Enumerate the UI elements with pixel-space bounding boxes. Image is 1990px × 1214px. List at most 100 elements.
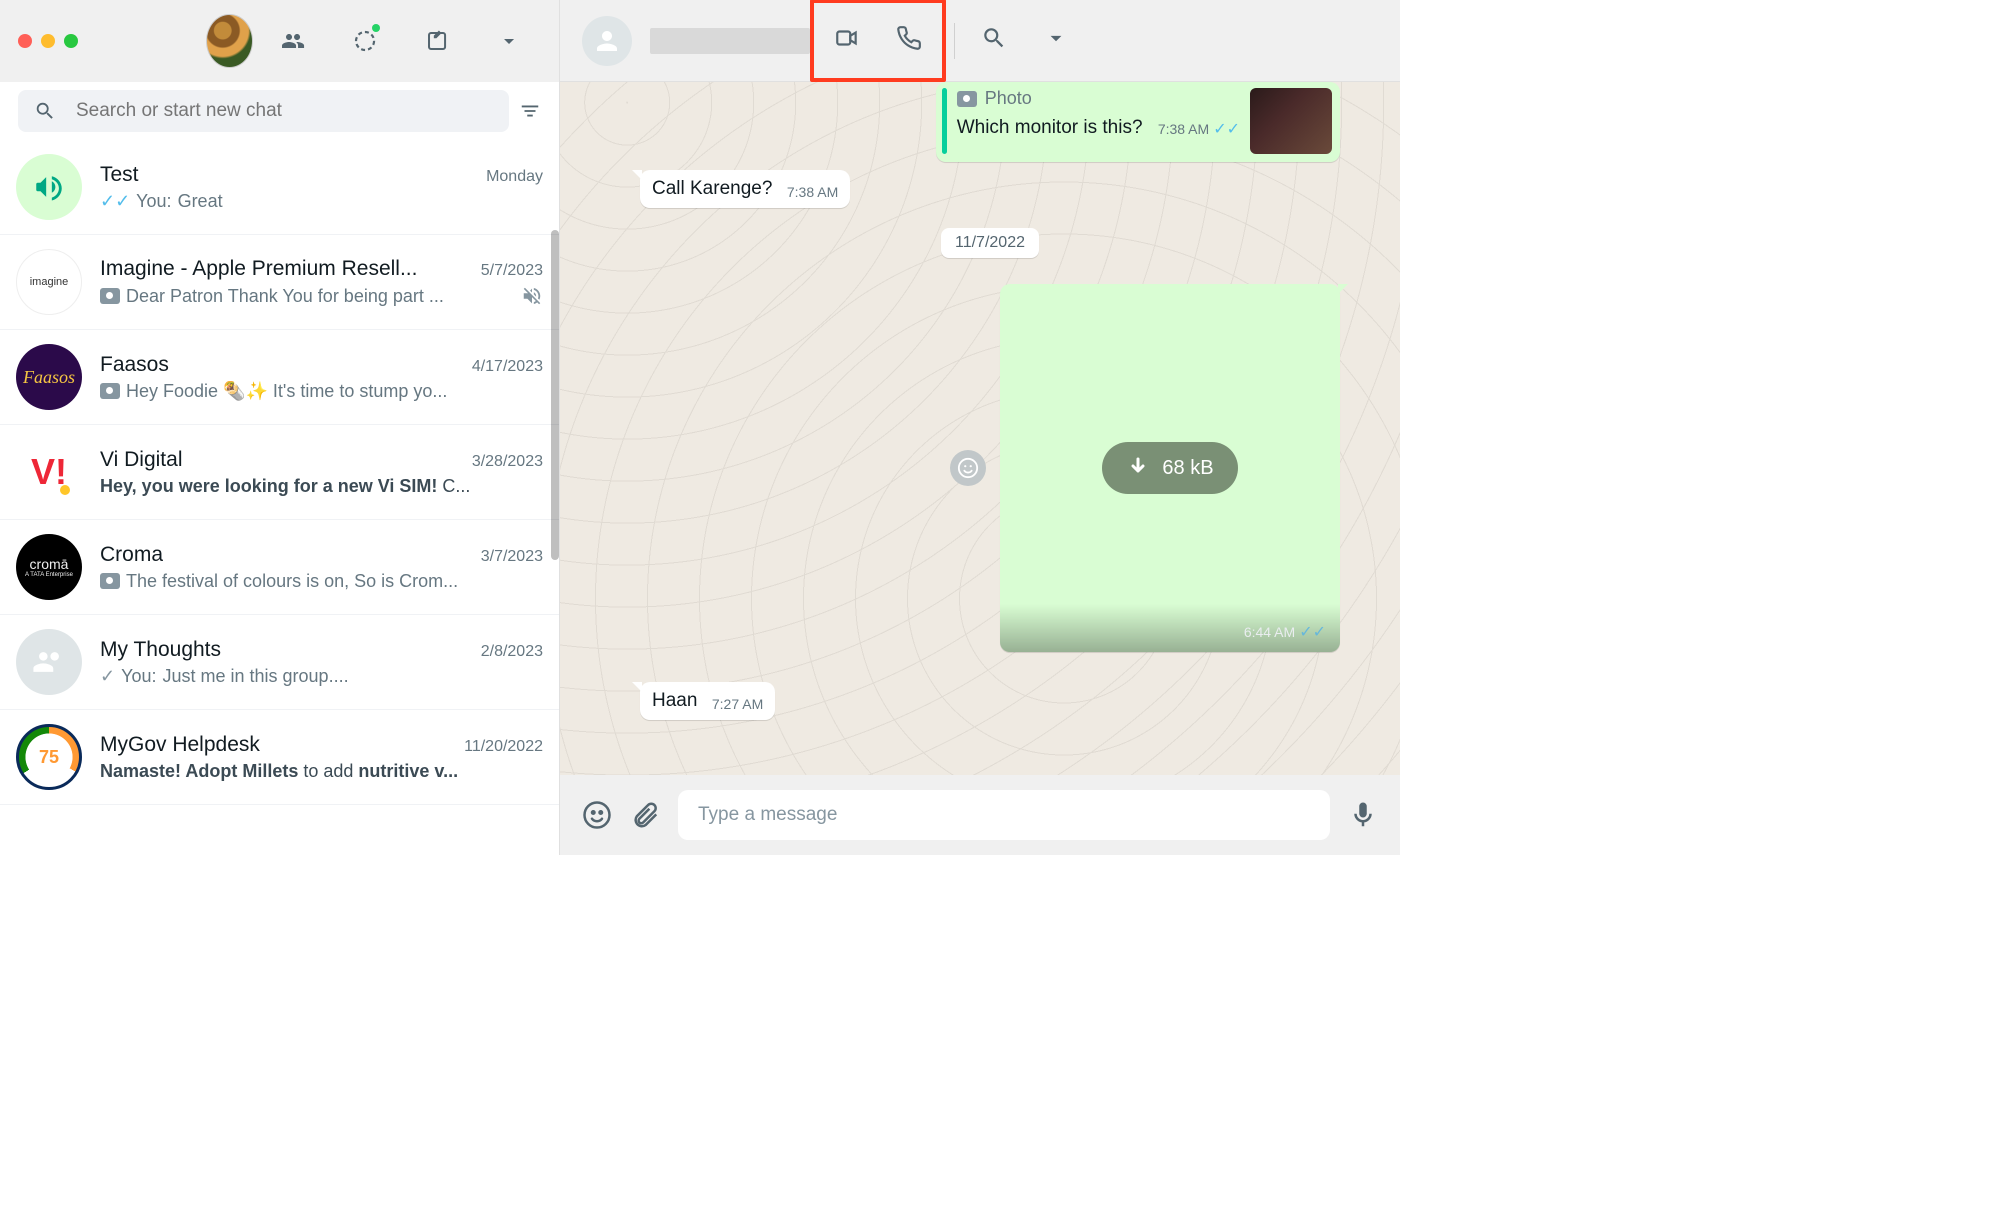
search-row	[0, 82, 559, 140]
chat-name: Test	[100, 163, 139, 187]
incoming-message-bubble[interactable]: Call Karenge? 7:38 AM	[640, 170, 850, 208]
incoming-message-bubble[interactable]: Haan 7:27 AM	[640, 682, 775, 720]
chat-avatar: 75	[16, 724, 82, 790]
menu-chevron-icon[interactable]	[497, 27, 521, 55]
chat-preview: Namaste! Adopt Millets to add nutritive …	[100, 761, 458, 782]
call-buttons-highlight	[810, 0, 946, 82]
megaphone-icon	[32, 170, 66, 204]
download-icon	[1126, 456, 1150, 480]
read-check-icon: ✓✓	[100, 191, 130, 212]
chat-list[interactable]: Test Monday ✓✓ You: Great imagine Imagine …	[0, 140, 559, 855]
message-text: Call Karenge?	[652, 178, 772, 199]
chat-time: 4/17/2023	[472, 358, 543, 376]
message-row: 68 kB 6:44 AM✓✓	[640, 284, 1340, 652]
search-in-chat-button[interactable]	[963, 7, 1025, 74]
message-time: 7:27 AM	[712, 696, 763, 712]
messages-area[interactable]: Photo Which monitor is this? 7:38 AM✓✓ C…	[560, 82, 1400, 775]
chat-item-imagine[interactable]: imagine Imagine - Apple Premium Resell..…	[0, 235, 559, 330]
emoji-picker-button[interactable]	[582, 800, 612, 830]
chat-time: 3/28/2023	[472, 453, 543, 471]
chat-item-croma[interactable]: cromāA TATA Enterprise Croma3/7/2023 The…	[0, 520, 559, 615]
minimize-window-button[interactable]	[41, 34, 55, 48]
chat-menu-button[interactable]	[1025, 7, 1087, 74]
search-input[interactable]	[76, 100, 493, 122]
phone-icon	[896, 25, 922, 51]
divider	[954, 23, 955, 59]
close-window-button[interactable]	[18, 34, 32, 48]
chat-item-vi[interactable]: V! Vi Digital3/28/2023 Hey, you were loo…	[0, 425, 559, 520]
maximize-window-button[interactable]	[64, 34, 78, 48]
chat-avatar: V!	[16, 439, 82, 505]
download-button[interactable]: 68 kB	[1102, 442, 1237, 494]
read-check-icon: ✓✓	[1299, 622, 1326, 642]
muted-icon	[521, 285, 543, 307]
video-call-button[interactable]	[816, 7, 878, 74]
voice-call-button[interactable]	[878, 7, 940, 74]
chat-name: Croma	[100, 543, 163, 567]
chat-item-mythoughts[interactable]: My Thoughts2/8/2023 ✓You: Just me in thi…	[0, 615, 559, 710]
file-size: 68 kB	[1162, 457, 1213, 480]
quoted-label: Photo	[985, 88, 1032, 109]
communities-icon[interactable]	[281, 27, 305, 55]
message-time: 7:38 AM	[787, 184, 838, 200]
message-text: Which monitor is this?	[957, 117, 1143, 138]
voice-message-button[interactable]	[1348, 800, 1378, 830]
photo-icon	[100, 573, 120, 589]
chat-header	[560, 0, 1400, 82]
contact-name-redacted[interactable]	[650, 28, 810, 54]
chat-item-faasos[interactable]: Faasos Faasos4/17/2023 Hey Foodie 🌯✨ It'…	[0, 330, 559, 425]
sidebar: Test Monday ✓✓ You: Great imagine Imagine …	[0, 0, 560, 855]
contact-avatar[interactable]	[582, 16, 632, 66]
message-row: Call Karenge? 7:38 AM	[640, 170, 1340, 208]
sidebar-header	[0, 0, 559, 82]
chat-avatar: cromāA TATA Enterprise	[16, 534, 82, 600]
person-icon	[592, 26, 622, 56]
read-check-icon: ✓✓	[1213, 119, 1240, 139]
paperclip-icon	[630, 800, 660, 830]
chat-time: 5/7/2023	[481, 262, 543, 280]
quoted-thumbnail	[1250, 88, 1332, 154]
message-text: Haan	[652, 690, 697, 711]
react-button[interactable]	[950, 450, 986, 486]
filter-icon[interactable]	[519, 97, 541, 125]
chat-name: Vi Digital	[100, 448, 182, 472]
window-controls	[18, 34, 78, 48]
chat-time: Monday	[486, 168, 543, 186]
date-divider-row: 11/7/2022	[640, 216, 1340, 276]
profile-avatar[interactable]	[206, 14, 253, 68]
message-input[interactable]: Type a message	[678, 790, 1330, 840]
chat-prefix: You:	[136, 191, 171, 212]
chat-item-mygov[interactable]: 75 MyGov Helpdesk 11/20/2022 Namaste! Ado…	[0, 710, 559, 805]
scrollbar[interactable]	[551, 230, 559, 560]
date-divider: 11/7/2022	[941, 228, 1039, 258]
message-row: Haan 7:27 AM	[640, 682, 1340, 720]
search-icon	[34, 100, 56, 122]
chat-preview: Great	[178, 191, 223, 212]
smiley-icon	[957, 457, 979, 479]
quote-bar	[942, 88, 947, 154]
attach-button[interactable]	[630, 800, 660, 830]
search-icon	[981, 25, 1007, 51]
media-message-bubble[interactable]: 68 kB 6:44 AM✓✓	[1000, 284, 1340, 652]
chat-name: MyGov Helpdesk	[100, 733, 260, 757]
chat-item-test[interactable]: Test Monday ✓✓ You: Great	[0, 140, 559, 235]
chat-prefix: You:	[121, 666, 156, 687]
status-icon[interactable]	[353, 27, 377, 55]
chat-name: Faasos	[100, 353, 169, 377]
message-time: 6:44 AM	[1244, 624, 1295, 640]
message-time: 7:38 AM	[1158, 121, 1209, 137]
chat-avatar: imagine	[16, 249, 82, 315]
chat-avatar	[16, 154, 82, 220]
chat-time: 3/7/2023	[481, 548, 543, 566]
message-row: Photo Which monitor is this? 7:38 AM✓✓	[640, 82, 1340, 162]
outgoing-message-bubble[interactable]: Photo Which monitor is this? 7:38 AM✓✓	[936, 82, 1340, 162]
chat-time: 11/20/2022	[464, 738, 543, 756]
photo-icon	[957, 91, 977, 107]
chat-preview: Hey Foodie 🌯✨ It's time to stump yo...	[126, 381, 447, 402]
chat-time: 2/8/2023	[481, 643, 543, 661]
mic-icon	[1348, 800, 1378, 830]
new-chat-icon[interactable]	[425, 27, 449, 55]
video-icon	[834, 25, 860, 51]
search-box[interactable]	[18, 90, 509, 132]
chat-preview: Dear Patron Thank You for being part ...	[126, 286, 444, 307]
